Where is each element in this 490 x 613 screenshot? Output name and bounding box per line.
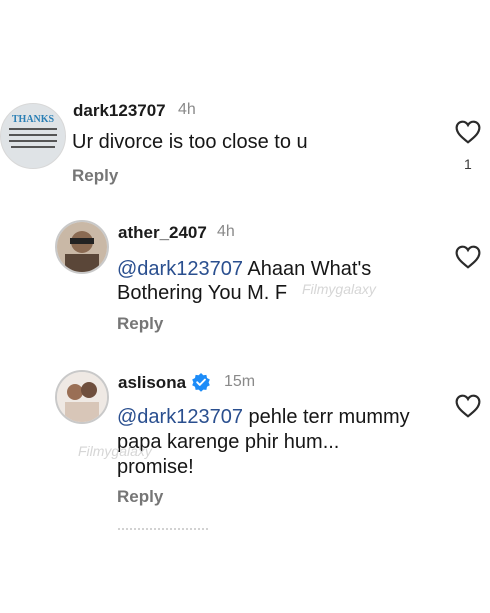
comment-text: Ur divorce is too close to u (72, 131, 308, 153)
timestamp: 15m (224, 373, 256, 390)
comment-text-line1: Ahaan What's (242, 258, 372, 280)
next-comment-fragment (118, 528, 208, 533)
avatar-image (57, 222, 107, 272)
avatar[interactable] (55, 370, 109, 424)
comment-text-line2: Bothering You M. F (117, 282, 288, 304)
timestamp: 4h (217, 223, 235, 240)
heart-icon[interactable] (455, 120, 481, 144)
reply-button[interactable]: Reply (117, 487, 163, 507)
mention-link[interactable]: @dark123707 (117, 406, 243, 428)
username[interactable]: aslisona (118, 373, 186, 393)
username[interactable]: dark123707 (73, 101, 166, 121)
comment-text-line3: promise! (117, 456, 194, 478)
avatar-image (57, 372, 107, 422)
watermark: Filmygalaxy (302, 281, 376, 297)
avatar[interactable]: THANKS (0, 103, 66, 169)
avatar-image: THANKS (1, 104, 65, 168)
heart-icon[interactable] (455, 245, 481, 269)
verified-badge-icon (192, 373, 210, 392)
timestamp: 4h (178, 101, 196, 118)
like-count: 1 (464, 156, 472, 172)
reply-button[interactable]: Reply (72, 166, 118, 186)
comment-text: @dark123707 Ahaan What's (117, 257, 371, 282)
reply-button[interactable]: Reply (117, 314, 163, 334)
heart-icon[interactable] (455, 394, 481, 418)
avatar[interactable] (55, 220, 109, 274)
avatar-text: THANKS (12, 114, 55, 125)
comment-text-line1: pehle terr mummy (242, 406, 410, 428)
username[interactable]: ather_2407 (118, 223, 207, 243)
comment-text: @dark123707 pehle terr mummy (117, 405, 410, 430)
mention-link[interactable]: @dark123707 (117, 258, 243, 280)
